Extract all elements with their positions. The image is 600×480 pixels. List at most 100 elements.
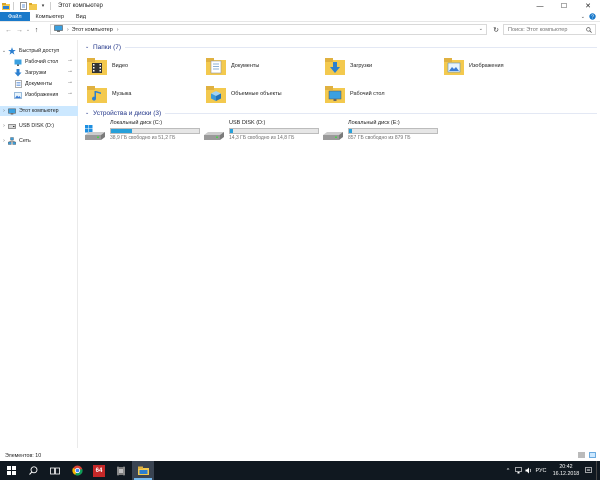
notifications-icon[interactable] (583, 461, 593, 480)
item-count: Элементов: 10 (5, 452, 42, 459)
divider (165, 112, 597, 114)
pictures-icon (14, 91, 22, 99)
folder-desktop[interactable]: Рабочий стол (324, 82, 385, 106)
drive-d[interactable]: USB DISK (D:) 14,3 ГБ свободно из 14,8 Г… (203, 120, 321, 146)
maximize-button[interactable]: ☐ (552, 0, 576, 12)
customize-toolbar-icon[interactable]: ▾ (39, 2, 47, 10)
up-button[interactable]: ↑ (31, 24, 42, 36)
group-header-folders[interactable]: ⌄ Папки (7) (85, 42, 597, 52)
pin-icon[interactable]: ⊸ (68, 80, 72, 86)
file-explorer-app-button[interactable] (132, 461, 154, 480)
drive-info: USB DISK (D:) 14,3 ГБ свободно из 14,8 Г… (229, 120, 321, 141)
drive-usage-bar (110, 128, 200, 134)
close-button[interactable]: ✕ (576, 0, 600, 12)
nav-item-pictures[interactable]: Изображения ⊸ (0, 90, 78, 100)
task-view-button[interactable] (44, 461, 66, 480)
system-tray: ^ РУС 20:42 16.12.2018 (503, 461, 600, 480)
address-field[interactable]: › Этот компьютер › ⌄ (50, 24, 487, 35)
help-icon[interactable]: ? (589, 12, 596, 22)
pin-icon[interactable]: ⊸ (68, 58, 72, 64)
chevron-right-icon[interactable]: › (117, 27, 119, 33)
show-hidden-icons-icon[interactable]: ^ (503, 461, 513, 480)
new-folder-icon[interactable] (29, 2, 37, 10)
svg-text:?: ? (591, 14, 594, 20)
expand-arrow-icon[interactable]: › (0, 138, 8, 144)
usb-drive-icon (8, 122, 16, 130)
downloads-folder-icon (324, 55, 346, 77)
refresh-button[interactable]: ↻ (491, 24, 501, 35)
folder-downloads[interactable]: Загрузки (324, 54, 372, 78)
details-view-icon[interactable] (578, 452, 585, 460)
expand-arrow-icon[interactable]: › (0, 123, 8, 129)
folder-videos[interactable]: Видео (86, 54, 128, 78)
expand-ribbon-icon[interactable]: ⌄ (581, 14, 585, 20)
folder-label: Изображения (469, 63, 504, 69)
forward-button[interactable]: → (14, 24, 25, 36)
3d-objects-folder-icon (205, 83, 227, 105)
aida64-icon: 64 (93, 464, 105, 477)
nav-usb-disk[interactable]: › USB DISK (D:) (0, 121, 78, 131)
folder-label: Документы (231, 63, 260, 69)
nav-quick-access-label: Быстрый доступ (19, 48, 60, 54)
folder-pictures[interactable]: Изображения (443, 54, 504, 78)
network-tray-icon[interactable] (513, 461, 523, 480)
drive-e[interactable]: Локальный диск (E:) 857 ГБ свободно из 8… (322, 120, 440, 146)
nav-item-desktop[interactable]: Рабочий стол ⊸ (0, 57, 78, 67)
collapse-chevron-icon[interactable]: ⌄ (85, 110, 93, 116)
tab-computer[interactable]: Компьютер (30, 12, 70, 21)
drive-free-space: 14,3 ГБ свободно из 14,8 ГБ (229, 135, 295, 141)
back-button[interactable]: ← (3, 24, 14, 36)
drive-free-space: 38,9 ГБ свободно из 51,2 ГБ (110, 135, 176, 141)
search-button[interactable] (22, 461, 44, 480)
download-icon (14, 69, 22, 77)
nav-item-documents[interactable]: Документы ⊸ (0, 79, 78, 89)
nav-quick-access[interactable]: ⌄ Быстрый доступ (0, 46, 78, 56)
nav-network[interactable]: › Сеть (0, 136, 78, 146)
folder-label: Рабочий стол (350, 91, 385, 97)
pin-icon[interactable]: ⊸ (68, 69, 72, 75)
address-dropdown-icon[interactable]: ⌄ (479, 26, 483, 32)
pictures-folder-icon (443, 55, 465, 77)
chevron-right-icon[interactable]: › (67, 27, 69, 33)
address-path[interactable]: Этот компьютер (72, 27, 113, 33)
folder-music[interactable]: Музыка (86, 82, 131, 106)
drive-usage-bar (229, 128, 319, 134)
separator (50, 2, 51, 10)
documents-folder-icon (205, 55, 227, 77)
group-header-drives[interactable]: ⌄ Устройства и диски (3) (85, 108, 597, 118)
tab-view[interactable]: Вид (70, 12, 92, 21)
collapse-chevron-icon[interactable]: ⌄ (85, 44, 93, 50)
drive-usage-bar (348, 128, 438, 134)
folder-documents[interactable]: Документы (205, 54, 259, 78)
desktop-folder-icon (324, 83, 346, 105)
window-title: Этот компьютер (58, 3, 103, 9)
expand-arrow-icon[interactable]: › (0, 108, 8, 114)
title-bar: ▾ Этот компьютер — ☐ ✕ (0, 0, 600, 12)
cpu-z-app-button[interactable] (110, 461, 132, 480)
minimize-button[interactable]: — (528, 0, 552, 12)
pin-icon[interactable]: ⊸ (68, 91, 72, 97)
clock[interactable]: 20:42 16.12.2018 (549, 464, 583, 478)
folder-label: Видео (112, 63, 129, 69)
nav-item-downloads[interactable]: Загрузки ⊸ (0, 68, 78, 78)
search-input[interactable] (508, 26, 583, 33)
language-indicator[interactable]: РУС (533, 461, 549, 480)
properties-icon[interactable] (19, 2, 27, 10)
large-icons-view-icon[interactable] (589, 452, 596, 460)
volume-icon[interactable] (523, 461, 533, 480)
chrome-app-button[interactable] (66, 461, 88, 480)
aida64-app-button[interactable]: 64 (88, 461, 110, 480)
drive-c[interactable]: Локальный диск (C:) 38,9 ГБ свободно из … (84, 120, 202, 146)
folder-3d-objects[interactable]: Объемные объекты (205, 82, 282, 106)
search-box[interactable] (503, 24, 596, 35)
folder-label: Музыка (112, 91, 132, 97)
drive-usage-fill (230, 129, 233, 133)
tab-file[interactable]: Файл (0, 12, 30, 21)
drive-usage-fill (111, 129, 133, 133)
nav-item-label: Изображения (25, 92, 59, 98)
nav-this-pc[interactable]: › Этот компьютер (0, 106, 78, 116)
expand-arrow-icon[interactable]: ⌄ (0, 48, 8, 54)
show-desktop-button[interactable] (596, 461, 600, 480)
start-button[interactable] (0, 461, 22, 480)
explorer-icon[interactable] (2, 2, 10, 10)
